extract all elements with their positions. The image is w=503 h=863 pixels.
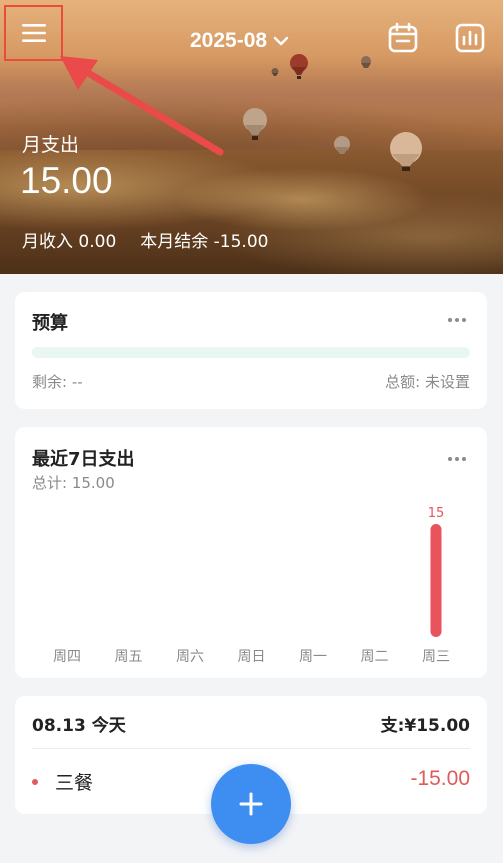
budget-card[interactable]: 预算 剩余: -- 总额: 未设置 [15, 292, 487, 409]
chart-tick-label: 周四 [53, 649, 81, 665]
divider [32, 748, 470, 749]
chart-tick-label: 周六 [176, 649, 204, 665]
chart-tick-label: 周五 [114, 649, 143, 665]
category-dot-icon [32, 779, 38, 785]
expense-bar-chart: 15 [428, 506, 445, 637]
header-banner: 2025-08 月支出 15.00 月收入 0.00 本月结余 -15.00 [0, 0, 503, 274]
budget-total: 总额: 未设置 [385, 373, 470, 391]
monthly-balance: 本月结余 -15.00 [140, 232, 269, 252]
budget-progress-bar [32, 347, 470, 358]
budget-title: 预算 [32, 313, 68, 334]
chart-tick-label: 周二 [360, 649, 389, 665]
month-label: 2025-08 [190, 29, 268, 52]
add-record-button[interactable] [211, 764, 291, 844]
chart-tick-label: 周日 [237, 649, 266, 665]
record-summary: 支:¥15.00 [380, 716, 470, 736]
chart-bar [430, 524, 442, 637]
monthly-expense-value: 15.00 [20, 160, 113, 201]
balloon-icon [334, 136, 350, 154]
plus-icon [239, 792, 263, 816]
record-date: 08.13 今天 [32, 716, 126, 736]
balloon-icon [290, 54, 308, 79]
more-dots-icon[interactable] [445, 316, 469, 324]
bar-chart-icon[interactable] [454, 22, 486, 54]
balloon-icon [243, 108, 267, 140]
balloon-icon [390, 132, 422, 171]
calendar-icon[interactable] [387, 22, 419, 54]
chart-tick-label: 周一 [299, 649, 327, 665]
month-selector[interactable]: 2025-08 [190, 26, 289, 56]
record-item-amount[interactable]: -15.00 [410, 767, 470, 791]
chevron-down-icon [273, 36, 289, 46]
hamburger-menu-icon [21, 24, 46, 42]
monthly-expense-label: 月支出 [22, 134, 80, 156]
balloon-icon [361, 56, 371, 68]
chart-tick-label: 周三 [422, 649, 450, 665]
income-balance-row: 月收入 0.00 本月结余 -15.00 [22, 227, 268, 252]
record-item-name[interactable]: 三餐 [55, 768, 93, 795]
balloon-icon [271, 68, 279, 76]
budget-remaining: 剩余: -- [32, 373, 83, 391]
monthly-income: 月收入 0.00 [22, 232, 117, 252]
chart-data-label: 15 [428, 506, 445, 521]
recent-expense-card[interactable]: 最近7日支出 总计: 15.00 15 周四 周五 周六 周日 周一 周二 周三 [15, 427, 487, 678]
